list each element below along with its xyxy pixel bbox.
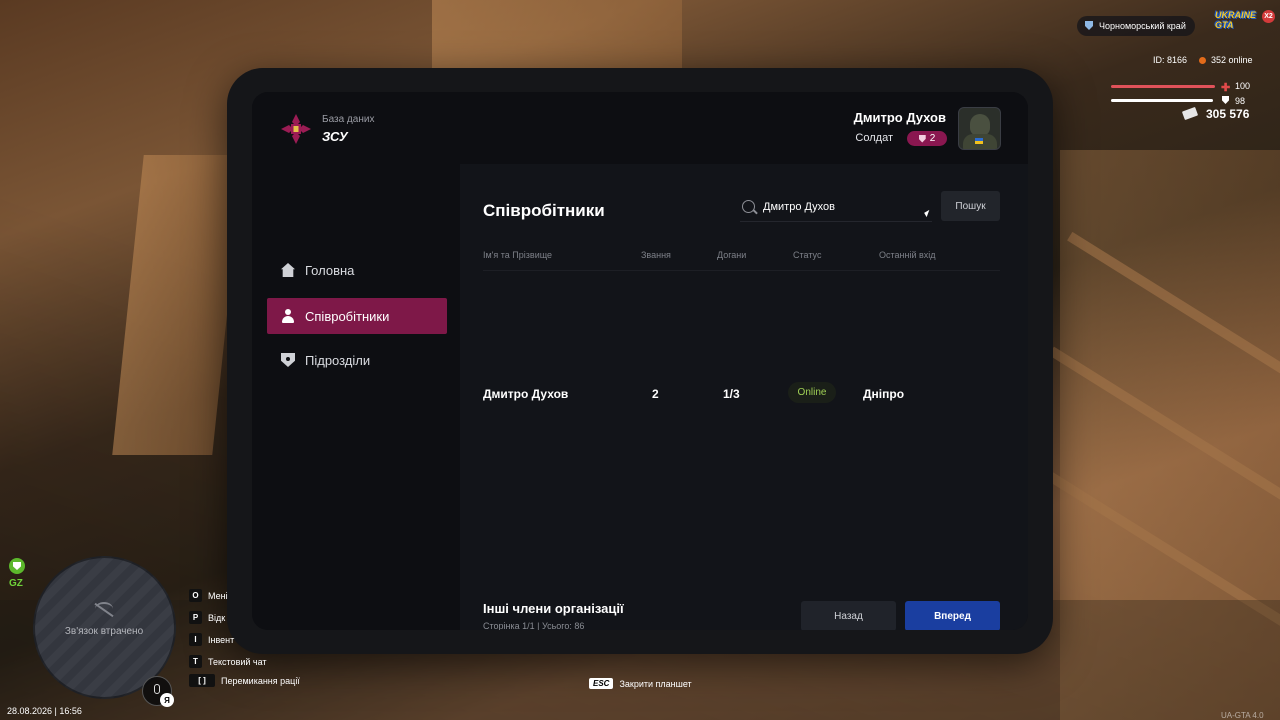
multiplier-badge: X2 — [1262, 10, 1275, 23]
org-name: ЗСУ — [322, 129, 348, 144]
search-icon — [742, 200, 755, 213]
user-name: Дмитро Духов — [853, 110, 946, 125]
hint-open: P Відк — [189, 611, 225, 624]
footer-title: Інші члени організації — [483, 601, 624, 616]
player-id: ID: 8166 — [1153, 55, 1188, 65]
no-signal-icon — [95, 602, 113, 616]
signal-lost-text: Зв'язок втрачено — [64, 626, 144, 637]
key-t: T — [189, 655, 202, 668]
user-rank-title: Солдат — [855, 132, 893, 144]
health-icon: ✚ — [1221, 82, 1231, 94]
column-header-name: Ім'я та Прізвище — [483, 250, 553, 260]
health-bar — [1111, 85, 1215, 88]
cell-rank: 2 — [652, 387, 659, 401]
background-table — [112, 155, 244, 455]
hint-radio: [ ] Перемикання рації — [189, 674, 300, 687]
armor-bar — [1111, 99, 1213, 102]
column-header-last-login: Останній вхід — [879, 250, 936, 260]
money-icon — [1181, 106, 1199, 121]
hint-label: Інвент — [208, 634, 235, 645]
sidebar-item-home[interactable]: Головна — [267, 252, 447, 288]
hint-chat: T Текстовий чат — [189, 655, 267, 668]
region-badge: Чорноморський край — [1077, 16, 1195, 36]
people-icon — [281, 309, 295, 323]
column-header-reprimands: Догани — [717, 250, 747, 260]
rank-level: 2 — [929, 133, 936, 144]
rank-shield-icon — [918, 134, 926, 143]
rank-badge: 2 — [907, 131, 947, 146]
game-logo: UKRAINE GTA — [1215, 10, 1257, 30]
region-name: Чорноморський край — [1099, 21, 1186, 31]
money-value: 305 576 — [1206, 107, 1250, 121]
microphone-icon — [154, 684, 160, 694]
cell-reprimands: 1/3 — [723, 387, 740, 401]
sidebar-item-label: Співробітники — [305, 308, 390, 324]
background-cabinet — [432, 0, 682, 70]
armor-value: 98 — [1235, 96, 1246, 106]
back-button[interactable]: Назад — [801, 601, 896, 630]
tablet-screen: База даних ЗСУ Дмитро Духов Солдат 2 Гол… — [252, 92, 1028, 630]
hint-label: Перемикання рації — [221, 675, 300, 686]
language-badge: Я — [160, 693, 174, 707]
armor-icon — [1222, 96, 1229, 104]
sidebar-item-label: Головна — [305, 262, 355, 278]
hint-label: Відк — [208, 612, 226, 623]
home-icon — [281, 263, 295, 277]
esc-key: ESC — [589, 678, 614, 689]
status-badge: Online — [788, 382, 836, 403]
shield-icon — [281, 353, 295, 367]
sidebar-item-employees[interactable]: Співробітники — [267, 298, 447, 334]
online-count: 352 online — [1211, 55, 1253, 65]
key-o: O — [189, 589, 202, 602]
region-shield-icon — [1085, 21, 1093, 30]
sidebar: Головна Співробітники Підрозділи — [252, 164, 460, 630]
greenzone-icon — [9, 558, 25, 574]
hint-inventory: I Інвент — [189, 633, 234, 646]
key-i: I — [189, 633, 202, 646]
pagination-info: Сторінка 1/1 | Усього: 86 — [483, 621, 585, 630]
online-icon — [1199, 57, 1206, 64]
date-time: 28.08.2026 | 16:56 — [7, 706, 82, 716]
table-divider — [483, 270, 1000, 271]
key-brackets: [ ] — [189, 674, 215, 687]
page-title: Співробітники — [483, 201, 605, 220]
search-input[interactable] — [763, 200, 923, 213]
hint-label: Мені — [208, 590, 228, 601]
next-button[interactable]: Вперед — [905, 601, 1000, 630]
hint-label: Текстовий чат — [208, 656, 267, 667]
column-header-rank: Звання — [641, 250, 671, 260]
database-label: База даних — [322, 114, 375, 125]
search-button[interactable]: Пошук — [941, 191, 1000, 221]
key-p: P — [189, 611, 202, 624]
search-box — [740, 192, 932, 222]
avatar[interactable] — [958, 107, 1001, 150]
sidebar-item-units[interactable]: Підрозділи — [267, 342, 447, 378]
top-bar: База даних ЗСУ Дмитро Духов Солдат 2 — [252, 92, 1028, 164]
main-panel: Співробітники Пошук Ім'я та Прізвище Зва… — [460, 164, 1028, 630]
cell-last-login: Дніпро — [863, 387, 905, 401]
avatar-flag-icon — [975, 138, 983, 144]
hint-menu: O Мені — [189, 589, 228, 602]
org-emblem-icon — [281, 114, 311, 144]
esc-hint[interactable]: ESC Закрити планшет — [589, 678, 692, 689]
version-label: UA-GTA 4.0 — [1221, 711, 1264, 720]
column-header-status: Статус — [793, 250, 822, 260]
health-value: 100 — [1235, 81, 1251, 91]
cell-name: Дмитро Духов — [483, 387, 569, 401]
esc-label: Закрити планшет — [619, 678, 692, 689]
avatar-head — [970, 114, 990, 136]
sidebar-item-label: Підрозділи — [305, 352, 371, 368]
zone-label: GZ — [9, 578, 23, 589]
